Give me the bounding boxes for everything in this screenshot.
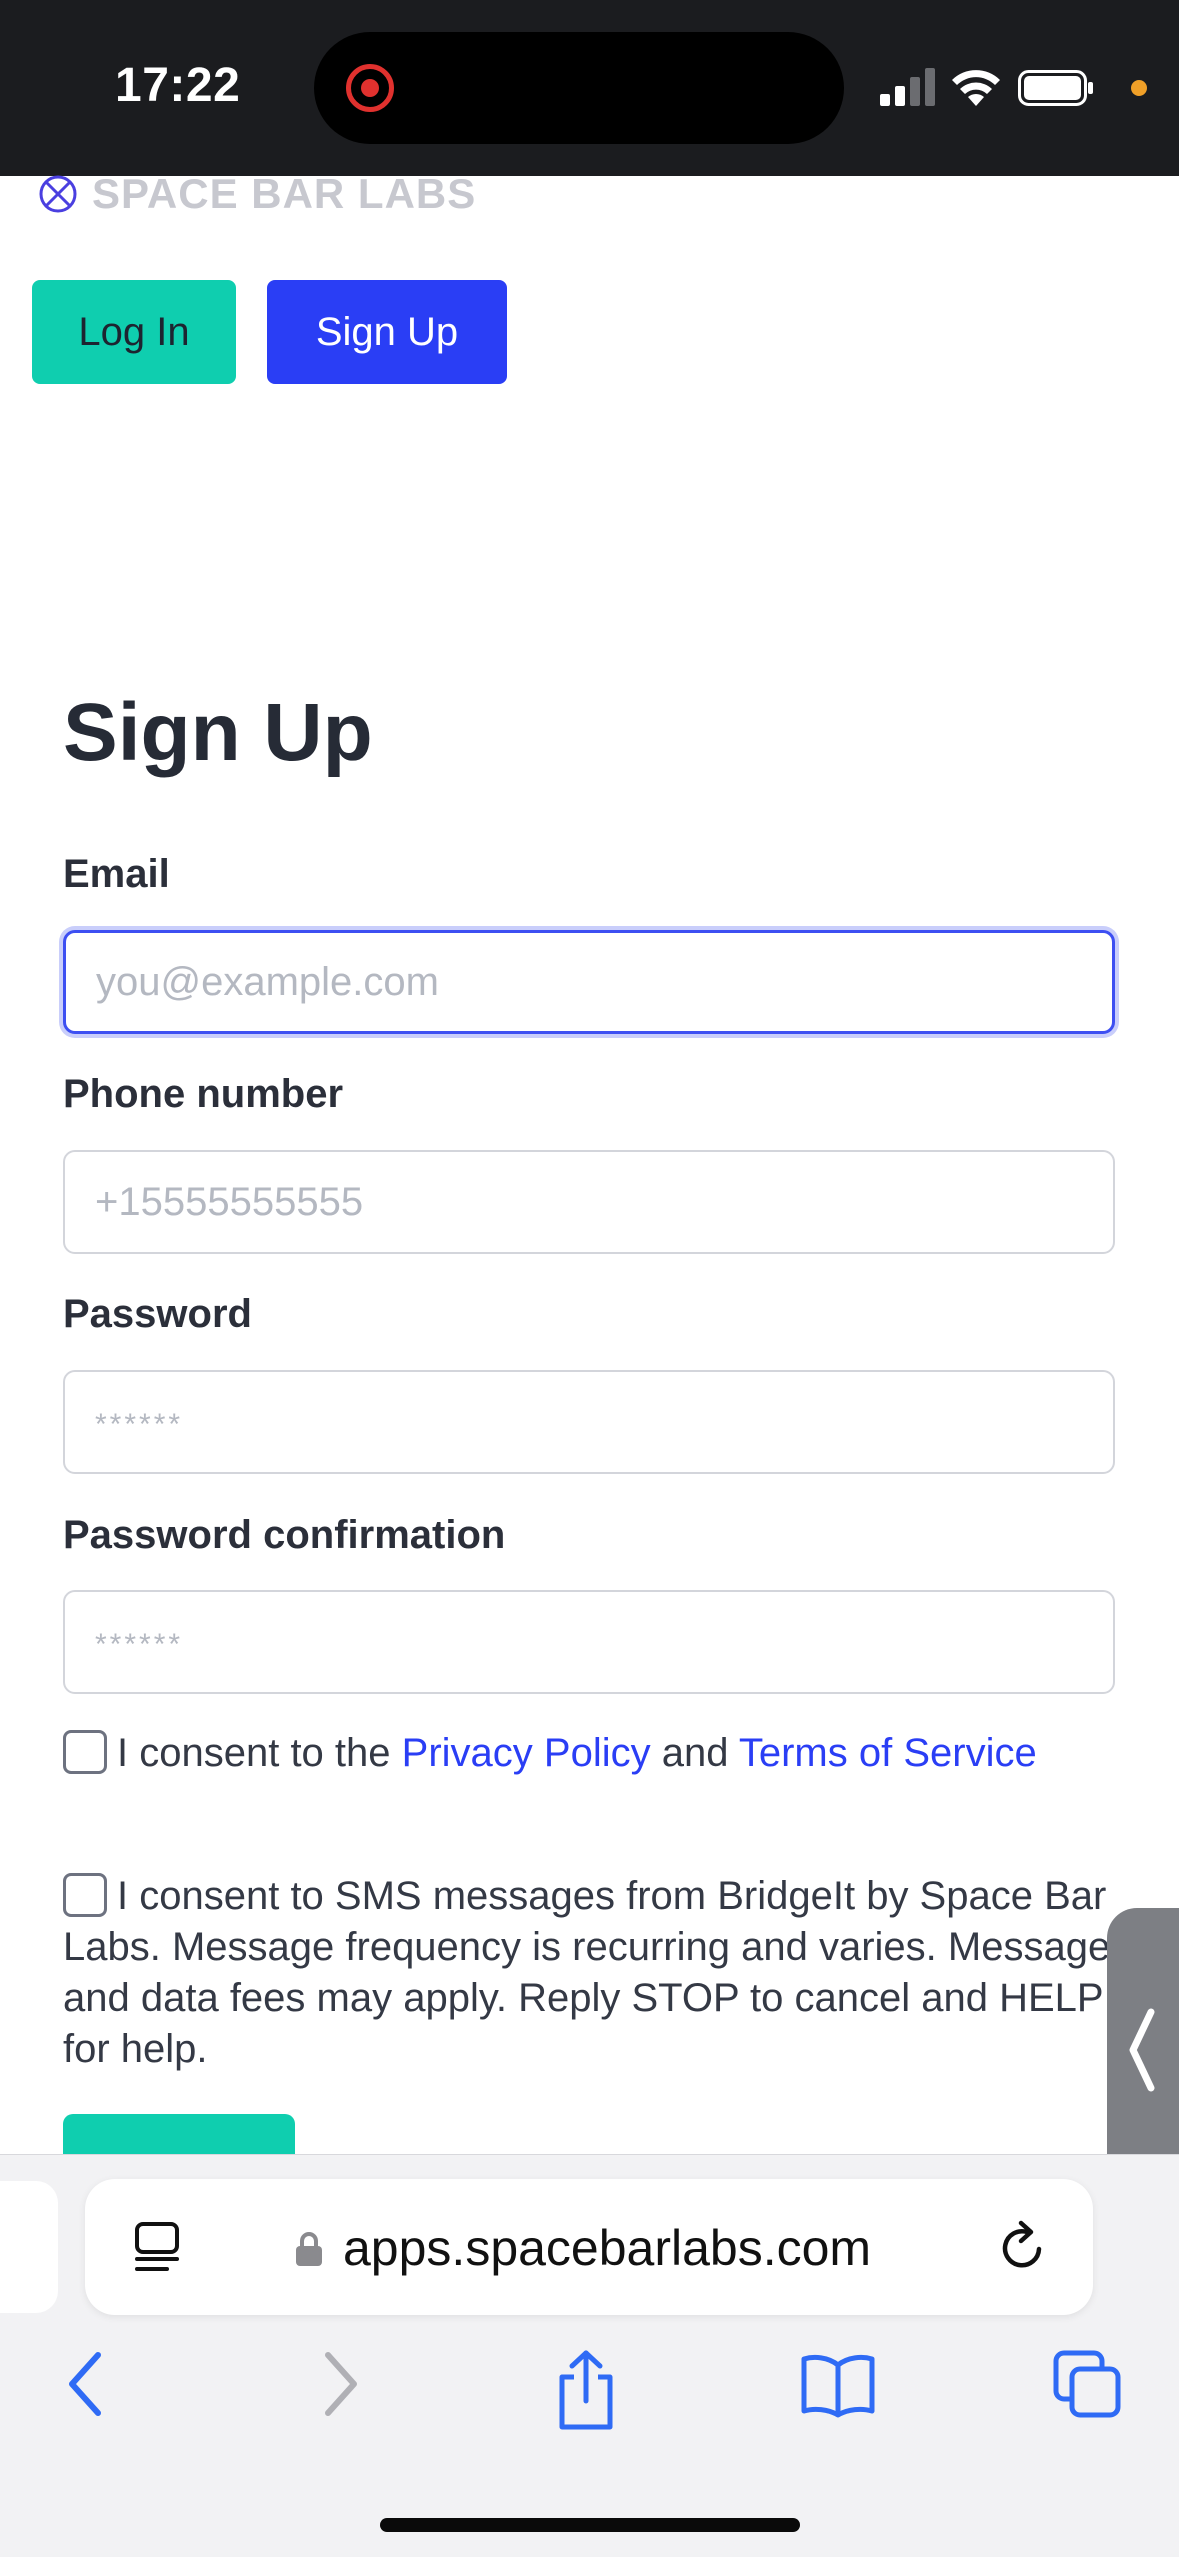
wifi-icon — [952, 70, 1000, 106]
phone-label: Phone number — [63, 1072, 344, 1116]
submit-button[interactable] — [63, 2114, 295, 2154]
consent-sms-row: I consent to SMS messages from BridgeIt … — [63, 1871, 1123, 2075]
screen-recording-icon — [346, 64, 394, 112]
signup-nav-button[interactable]: Sign Up — [267, 280, 507, 384]
home-indicator[interactable] — [380, 2518, 800, 2532]
chevron-left-icon — [1129, 2008, 1155, 2092]
space-bar-labs-logo-icon — [39, 175, 77, 213]
password-field[interactable]: ****** — [63, 1370, 1115, 1474]
status-time: 17:22 — [115, 59, 241, 112]
page-title: Sign Up — [63, 687, 373, 778]
consent-sms-text: I consent to SMS messages from BridgeIt … — [63, 1874, 1111, 2071]
email-field[interactable]: you@example.com — [63, 930, 1115, 1034]
cellular-signal-icon — [880, 68, 935, 106]
phone-field[interactable]: +15555555555 — [63, 1150, 1115, 1254]
dynamic-island — [314, 32, 844, 144]
consent-terms-checkbox[interactable] — [63, 1730, 107, 1774]
brand-name: SPACE BAR LABS — [92, 170, 477, 217]
forward-icon[interactable] — [318, 2349, 362, 2419]
lock-icon — [296, 2232, 322, 2266]
email-label: Email — [63, 852, 170, 896]
address-bar[interactable]: apps.spacebarlabs.com — [85, 2179, 1093, 2315]
consent-sms-checkbox[interactable] — [63, 1873, 107, 1917]
login-button[interactable]: Log In — [32, 280, 236, 384]
share-icon[interactable] — [554, 2349, 618, 2431]
side-panel-handle[interactable] — [1107, 1908, 1179, 2194]
tabs-icon[interactable] — [1052, 2349, 1124, 2421]
battery-icon — [1018, 70, 1093, 106]
consent-terms-prefix: I consent to the — [117, 1731, 402, 1775]
consent-terms-middle: and — [650, 1731, 739, 1775]
password-label: Password — [63, 1292, 252, 1336]
privacy-policy-link[interactable]: Privacy Policy — [402, 1731, 651, 1775]
url-text: apps.spacebarlabs.com — [343, 2220, 872, 2276]
browser-bottom-bar: apps.spacebarlabs.com — [0, 2154, 1179, 2557]
privacy-indicator-dot — [1131, 80, 1147, 96]
consent-terms-row: I consent to the Privacy Policy and Term… — [63, 1728, 1143, 1779]
brand-header[interactable]: SPACE BAR LABS — [38, 170, 476, 218]
page-menu-icon[interactable] — [133, 2221, 181, 2273]
status-bar: 17:22 — [0, 0, 1179, 176]
password-confirmation-field[interactable]: ****** — [63, 1590, 1115, 1694]
previous-tab-preview[interactable] — [0, 2181, 58, 2313]
back-icon[interactable] — [64, 2349, 108, 2419]
terms-of-service-link[interactable]: Terms of Service — [739, 1731, 1037, 1775]
reload-icon[interactable] — [997, 2219, 1049, 2275]
bookmarks-icon[interactable] — [800, 2349, 876, 2419]
password-confirmation-label: Password confirmation — [63, 1513, 506, 1557]
